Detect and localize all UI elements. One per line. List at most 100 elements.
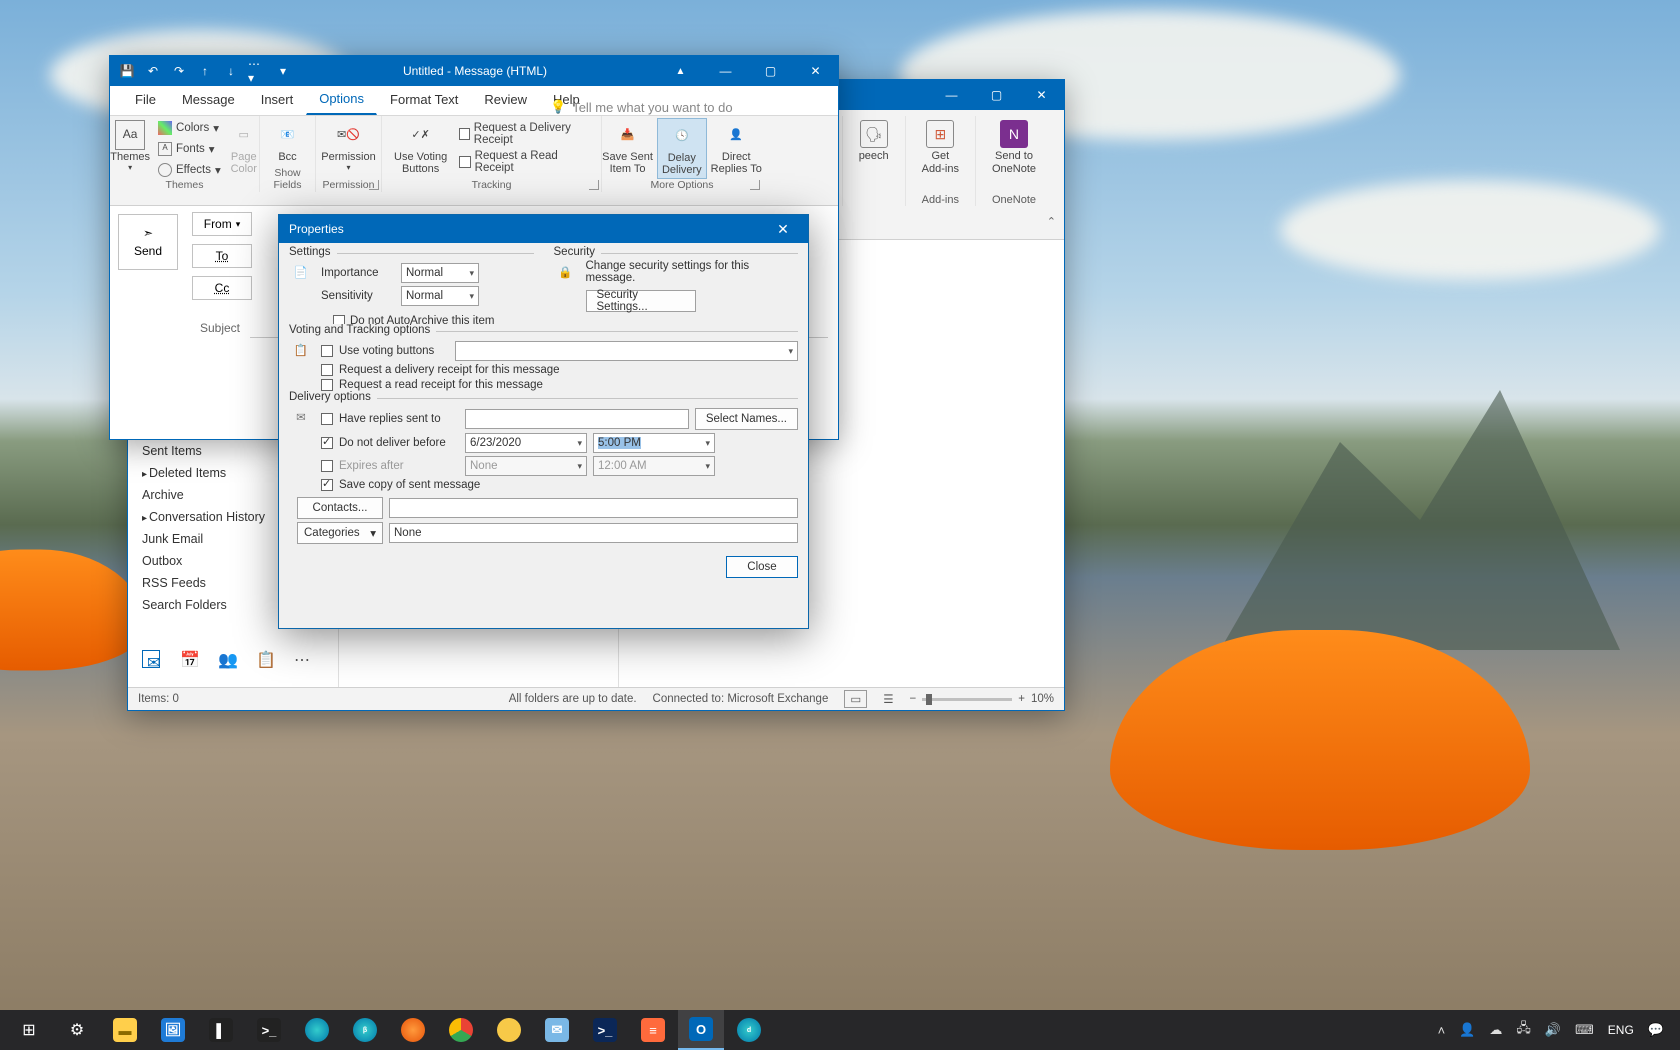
colors-button[interactable]: Colors ▾	[158, 118, 221, 138]
zoom-slider[interactable]	[922, 698, 1012, 701]
compose-ribbon-opts-button[interactable]: ▲	[658, 56, 703, 86]
view-normal-icon[interactable]: ▭	[844, 690, 867, 708]
tray-onedrive-icon[interactable]: ☁	[1489, 1022, 1502, 1038]
outlook-taskbar-icon[interactable]: O	[678, 1010, 724, 1050]
to-button[interactable]: To	[192, 244, 252, 268]
outlook-close-button[interactable]: ✕	[1019, 80, 1064, 110]
save-copy-checkbox[interactable]	[321, 479, 333, 491]
outlook-maximize-button[interactable]: ▢	[974, 80, 1019, 110]
zoom-in-button[interactable]: +	[1018, 693, 1025, 705]
compose-maximize-button[interactable]: ▢	[748, 56, 793, 86]
tab-file[interactable]: File	[122, 85, 169, 115]
qat-more-icon[interactable]: ⋯▾	[248, 62, 266, 80]
more-views-icon[interactable]: ⋯	[294, 650, 312, 668]
tab-insert[interactable]: Insert	[248, 85, 307, 115]
edge-taskbar-icon[interactable]	[294, 1010, 340, 1050]
save-sent-item-to-button[interactable]: 📥 Save Sent Item To	[598, 118, 657, 179]
expires-date-select[interactable]: None▾	[465, 456, 587, 476]
sensitivity-select[interactable]: Normal▾	[401, 286, 479, 306]
edge-dev-taskbar-icon[interactable]: d	[726, 1010, 772, 1050]
tasks-view-icon[interactable]: 📋	[256, 650, 274, 668]
contacts-button[interactable]: Contacts...	[297, 497, 383, 519]
tray-keyboard-icon[interactable]: ⌨	[1575, 1022, 1594, 1038]
zoom-out-button[interactable]: −	[910, 693, 917, 705]
have-replies-checkbox[interactable]	[321, 413, 333, 425]
select-names-button[interactable]: Select Names...	[695, 408, 798, 430]
request-delivery-receipt-checkbox[interactable]: Request a Delivery Receipt	[459, 124, 593, 144]
settings-taskbar-icon[interactable]: ⚙	[54, 1010, 100, 1050]
use-voting-checkbox[interactable]	[321, 345, 333, 357]
tray-network-icon[interactable]: 🖧	[1516, 1019, 1531, 1041]
page-color-button[interactable]: ▭ Page Color	[225, 118, 263, 180]
bcc-button[interactable]: 📧 Bcc	[269, 118, 307, 165]
view-reading-icon[interactable]: ☰	[883, 692, 893, 706]
explorer-taskbar-icon[interactable]: ▬	[102, 1010, 148, 1050]
mail-view-icon[interactable]: ✉	[142, 650, 160, 668]
send-button[interactable]: ➣ Send	[118, 214, 178, 270]
use-voting-buttons-button[interactable]: ✓✗ Use Voting Buttons	[390, 118, 451, 177]
compose-minimize-button[interactable]: —	[703, 56, 748, 86]
tab-options[interactable]: Options	[306, 84, 377, 115]
chrome-canary-taskbar-icon[interactable]	[486, 1010, 532, 1050]
themes-button[interactable]: Aa Themes▾	[106, 118, 154, 180]
chrome-taskbar-icon[interactable]	[438, 1010, 484, 1050]
fonts-button[interactable]: AFonts ▾	[158, 139, 221, 159]
qat-customize-icon[interactable]: ▾	[274, 62, 292, 80]
voting-options-select[interactable]: ▾	[455, 341, 798, 361]
tab-format-text[interactable]: Format Text	[377, 85, 471, 115]
tray-volume-icon[interactable]: 🔊	[1545, 1022, 1561, 1038]
tracking-dialog-launcher[interactable]	[589, 180, 599, 190]
outlook-minimize-button[interactable]: —	[929, 80, 974, 110]
not-before-date-select[interactable]: 6/23/2020▾	[465, 433, 587, 453]
not-deliver-before-checkbox[interactable]	[321, 437, 333, 449]
not-before-time-select[interactable]: 5:00 PM▾	[593, 433, 715, 453]
tray-notifications-icon[interactable]: 💬	[1648, 1022, 1664, 1038]
people-view-icon[interactable]: 👥	[218, 650, 236, 668]
speech-button[interactable]: 🗣 peech	[853, 116, 895, 167]
security-settings-button[interactable]: Security Settings...	[586, 290, 696, 312]
tray-chevron-icon[interactable]: ˄	[1438, 1023, 1446, 1038]
expires-after-checkbox[interactable]	[321, 460, 333, 472]
firefox-taskbar-icon[interactable]	[390, 1010, 436, 1050]
collapse-ribbon-button[interactable]: ⌃	[1047, 215, 1056, 228]
permission-dialog-launcher[interactable]	[369, 180, 379, 190]
tray-language[interactable]: ENG	[1608, 1023, 1634, 1037]
compose-close-button[interactable]: ✕	[793, 56, 838, 86]
dialog-titlebar[interactable]: Properties ✕	[279, 215, 808, 243]
redo-icon[interactable]: ↷	[170, 62, 188, 80]
get-addins-button[interactable]: ⊞ Get Add-ins	[916, 116, 965, 179]
tray-people-icon[interactable]: 👤	[1459, 1022, 1475, 1038]
mail-taskbar-icon[interactable]: ✉	[534, 1010, 580, 1050]
dialog-close-button[interactable]: ✕	[768, 216, 798, 242]
start-button[interactable]: ⊞	[6, 1010, 52, 1050]
photos-taskbar-icon[interactable]: 🖼	[150, 1010, 196, 1050]
close-button[interactable]: Close	[726, 556, 798, 578]
send-to-onenote-button[interactable]: N Send to OneNote	[986, 116, 1042, 179]
powershell-taskbar-icon[interactable]: >_	[582, 1010, 628, 1050]
req-delivery-checkbox[interactable]	[321, 364, 333, 376]
next-item-icon[interactable]: ↓	[222, 62, 240, 80]
prev-item-icon[interactable]: ↑	[196, 62, 214, 80]
calendar-view-icon[interactable]: 📅	[180, 650, 198, 668]
cmd-taskbar-icon[interactable]: >_	[246, 1010, 292, 1050]
importance-select[interactable]: Normal▾	[401, 263, 479, 283]
save-icon[interactable]: 💾	[118, 62, 136, 80]
request-read-receipt-checkbox[interactable]: Request a Read Receipt	[459, 152, 593, 172]
req-read-checkbox[interactable]	[321, 379, 333, 391]
permission-button[interactable]: ✉🚫 Permission▾	[317, 118, 379, 175]
tell-me-search[interactable]: 💡 Tell me what you want to do	[550, 99, 733, 115]
expires-time-select[interactable]: 12:00 AM▾	[593, 456, 715, 476]
terminal-taskbar-icon[interactable]: ▌	[198, 1010, 244, 1050]
edge-beta-taskbar-icon[interactable]: β	[342, 1010, 388, 1050]
tab-message[interactable]: Message	[169, 85, 248, 115]
have-replies-field[interactable]	[465, 409, 689, 429]
categories-button[interactable]: Categories▾	[297, 522, 383, 544]
delay-delivery-button[interactable]: 🕓 Delay Delivery	[657, 118, 707, 179]
app-taskbar-icon[interactable]: ≡	[630, 1010, 676, 1050]
more-options-dialog-launcher[interactable]	[750, 180, 760, 190]
from-button[interactable]: From ▾	[192, 212, 252, 236]
direct-replies-to-button[interactable]: 👤 Direct Replies To	[707, 118, 766, 179]
contacts-field[interactable]	[389, 498, 798, 518]
compose-titlebar[interactable]: 💾 ↶ ↷ ↑ ↓ ⋯▾ ▾ Untitled - Message (HTML)…	[110, 56, 838, 86]
tab-review[interactable]: Review	[471, 85, 540, 115]
